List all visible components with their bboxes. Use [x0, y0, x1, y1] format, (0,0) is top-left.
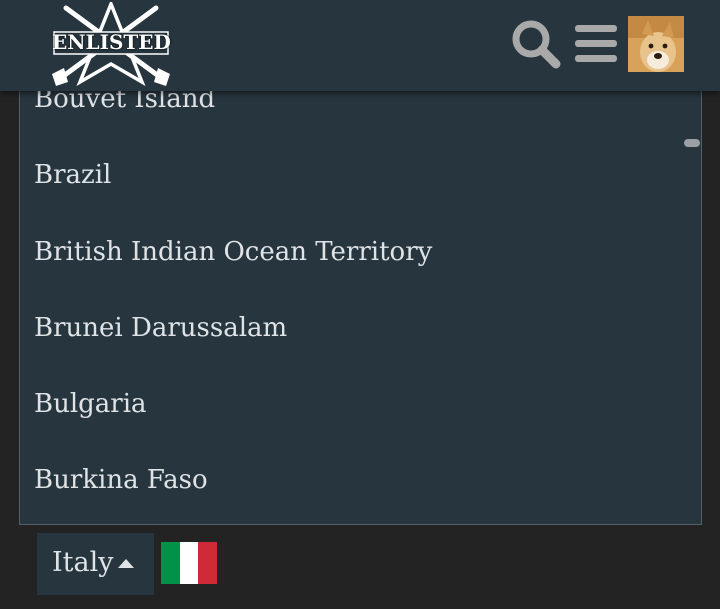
dropdown-option[interactable]: Brunei Darussalam [34, 312, 287, 344]
italy-flag-icon [161, 542, 218, 584]
flag-stripe-green [161, 542, 180, 584]
doge-avatar-icon [628, 16, 684, 72]
search-button[interactable] [510, 18, 562, 70]
dropdown-option[interactable]: Brazil [34, 159, 111, 191]
search-icon [512, 20, 561, 69]
flag-stripe-white [179, 542, 199, 584]
hamburger-menu-icon [575, 25, 617, 62]
flag-stripe-red [198, 542, 218, 584]
user-avatar[interactable] [628, 16, 684, 72]
scrollbar-thumb[interactable] [684, 139, 700, 147]
country-select[interactable]: Italy [37, 533, 154, 595]
dropdown-option[interactable]: Burkina Faso [34, 464, 208, 496]
selected-country-label: Italy [52, 547, 114, 578]
menu-button[interactable] [573, 22, 619, 66]
country-dropdown-list[interactable]: Bouvet Island Brazil British Indian Ocea… [19, 60, 702, 525]
dropdown-option[interactable]: British Indian Ocean Territory [34, 236, 432, 268]
page: Bouvet Island Brazil British Indian Ocea… [0, 0, 720, 609]
dropdown-option[interactable]: Bulgaria [34, 388, 147, 420]
caret-up-icon [118, 559, 134, 568]
enlisted-logo[interactable]: ENLISTED [48, 0, 174, 87]
site-header: ENLISTED [0, 0, 720, 91]
logo-text: ENLISTED [52, 30, 171, 54]
